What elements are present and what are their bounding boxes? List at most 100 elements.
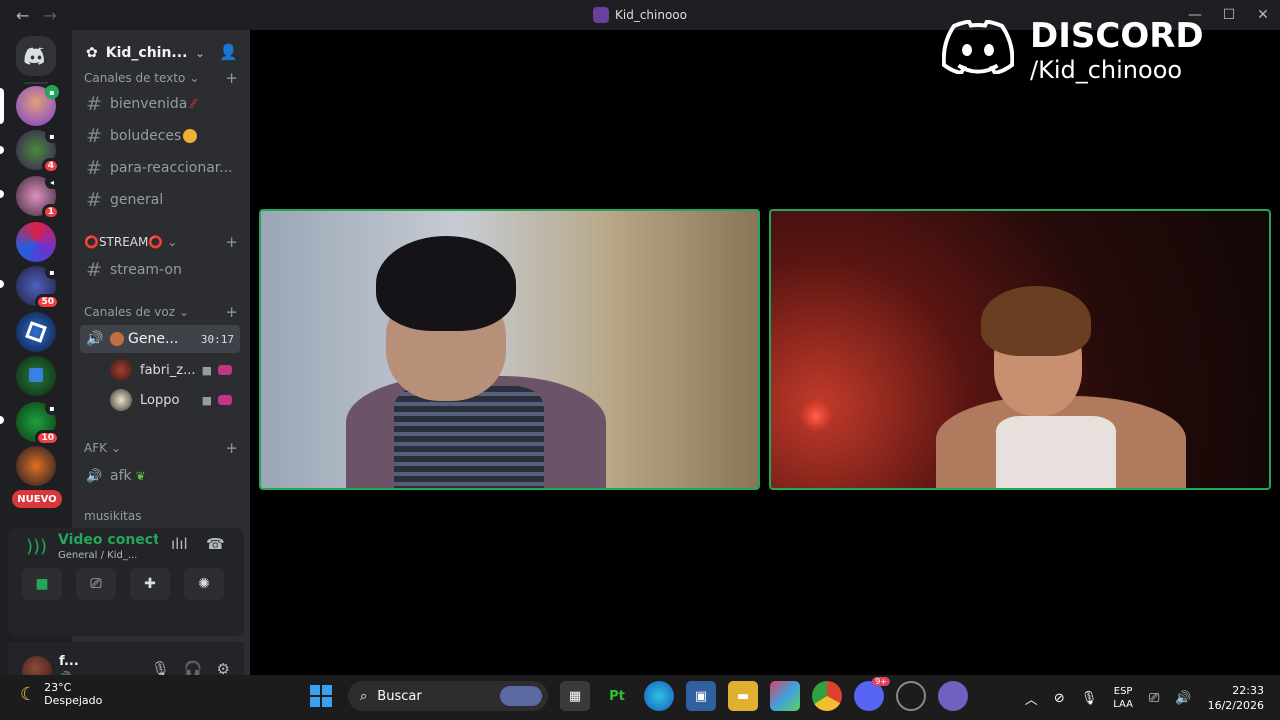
weather-widget[interactable]: ☾ 23°C Despejado — [20, 681, 102, 707]
video-tile[interactable] — [769, 209, 1271, 490]
channel-label: bienvenida — [110, 96, 188, 112]
disconnect-icon[interactable]: ☎ — [206, 535, 225, 553]
laurel-icon — [29, 368, 43, 382]
category-cut[interactable]: musikitas — [84, 511, 234, 521]
channel-para-reaccionar[interactable]: # para-reaccionar... — [80, 154, 240, 182]
voice-user[interactable]: fabri_z... ■ — [110, 357, 240, 383]
window-title: Kid_chinooo — [593, 7, 687, 23]
network-icon[interactable]: ⎚ — [1149, 691, 1159, 706]
file-explorer-icon[interactable]: ▬ — [728, 681, 758, 711]
mention-badge: 50 — [35, 294, 60, 310]
chevron-down-icon: ⌄ — [110, 441, 122, 455]
microsoft-365-icon[interactable] — [770, 681, 800, 711]
discord-taskbar-icon[interactable]: 9+ — [854, 677, 890, 711]
chevron-down-icon: ⌄ — [189, 71, 200, 85]
windows-logo-icon — [310, 685, 332, 707]
server-icon[interactable] — [16, 222, 56, 262]
category-text[interactable]: Canales de texto ⌄ + — [84, 69, 238, 87]
chat-app-icon[interactable] — [938, 681, 968, 711]
lamp-glow — [801, 401, 831, 431]
muted-icon[interactable]: ⊘ — [1054, 691, 1065, 706]
language-code: ESP — [1113, 686, 1133, 697]
camera-button[interactable]: ■ — [22, 568, 62, 600]
channel-boludeces[interactable]: # boludeces — [80, 122, 240, 150]
category-voice[interactable]: Canales de voz ⌄ + — [84, 303, 238, 321]
add-channel-icon[interactable]: + — [225, 69, 238, 87]
voice-user[interactable]: Loppo ■ — [110, 387, 240, 413]
guild-name: Kid_chin... — [105, 45, 188, 61]
clock[interactable]: 22:33 16/2/2026 — [1208, 683, 1264, 713]
voice-action-buttons: ■ ⎚ ✚ ✺ — [22, 568, 224, 600]
live-icon — [218, 365, 232, 375]
emoji-face-icon — [183, 129, 198, 143]
clock-date: 16/2/2026 — [1207, 699, 1264, 712]
discord-logo-icon — [24, 47, 44, 65]
direct-messages-button[interactable] — [16, 36, 56, 76]
server-icon[interactable] — [16, 312, 56, 352]
hash-icon: # — [86, 157, 102, 179]
server-icon[interactable] — [16, 446, 56, 486]
video-tile[interactable] — [259, 209, 760, 490]
channel-label: para-reaccionar... — [110, 160, 233, 176]
voice-channel-afk[interactable]: 🔊 afk ❦ — [80, 462, 240, 490]
microphone-icon[interactable]: 🎙 — [1081, 691, 1098, 706]
photoshop-icon[interactable]: Pt — [602, 681, 632, 711]
hash-icon: # — [86, 259, 102, 281]
server-icon[interactable]: ▪ 50 — [16, 265, 60, 310]
server-icon-active[interactable]: ▪ — [16, 85, 59, 126]
store-icon[interactable]: ▣ — [686, 681, 716, 711]
soundboard-button[interactable]: ✺ — [184, 568, 224, 600]
channel-general[interactable]: # general — [80, 186, 240, 214]
speaker-icon: 🔊 — [86, 331, 104, 347]
add-channel-icon[interactable]: + — [225, 233, 238, 251]
voice-status[interactable]: Video conectado — [58, 532, 158, 548]
speaker-icon: ◂ — [45, 175, 59, 189]
screen-share-button[interactable]: ⎚ — [76, 568, 116, 600]
taskbar-search[interactable]: ⌕ Buscar — [348, 681, 548, 711]
user-name[interactable]: f... — [59, 654, 79, 669]
activities-button[interactable]: ✚ — [130, 568, 170, 600]
forward-icon[interactable]: → — [43, 6, 56, 25]
category-afk[interactable]: AFK ⌄ + — [84, 439, 238, 457]
window-title-text: Kid_chinooo — [615, 8, 687, 22]
guild-header[interactable]: ✿ Kid_chin... ⌄ 👤 — [72, 30, 250, 76]
moon-icon: ☾ — [20, 683, 37, 705]
chevron-down-icon: ⌄ — [167, 235, 178, 249]
weather-temp: 23°C — [44, 681, 72, 694]
voice-location[interactable]: General / Kid_... — [58, 550, 137, 561]
language-indicator[interactable]: ESP LAA — [1113, 685, 1133, 711]
signal-icon[interactable]: ))) — [26, 536, 47, 557]
chevron-up-icon[interactable]: ︿ — [1025, 689, 1038, 708]
category-label: musikitas — [84, 511, 142, 521]
noise-suppression-icon[interactable]: ılıl — [171, 535, 188, 553]
unread-pill — [0, 190, 4, 198]
invite-people-icon[interactable]: 👤 — [219, 43, 238, 61]
unread-pill — [0, 280, 4, 288]
server-icon[interactable] — [16, 356, 56, 396]
back-icon[interactable]: ← — [16, 6, 29, 25]
shirt-shape — [394, 386, 544, 488]
cube-icon — [25, 321, 47, 343]
search-label: Buscar — [377, 688, 422, 704]
obs-icon[interactable] — [896, 681, 926, 711]
server-icon[interactable]: ▪ 10 — [16, 401, 60, 446]
server-icon[interactable]: ◂ 1 — [16, 175, 60, 220]
unread-pill — [0, 416, 4, 424]
taskbar-apps: ⌕ Buscar ▦ Pt ▣ ▬ 9+ — [306, 677, 968, 711]
edge-icon[interactable] — [644, 681, 674, 711]
category-label: Canales de texto — [84, 71, 186, 85]
voice-channel-general[interactable]: 🔊 Gene... 30:17 — [80, 325, 240, 353]
start-button[interactable] — [306, 681, 336, 711]
add-channel-icon[interactable]: + — [225, 439, 238, 457]
task-view-icon[interactable]: ▦ — [560, 681, 590, 711]
chrome-icon[interactable] — [812, 681, 842, 711]
channel-bienvenida[interactable]: # bienvenida ⁄⁄ — [80, 90, 240, 118]
channel-stream-on[interactable]: # stream-on — [80, 256, 240, 284]
emoji-icon — [110, 332, 124, 346]
add-channel-icon[interactable]: + — [225, 303, 238, 321]
category-label: Canales de voz — [84, 305, 176, 319]
category-stream[interactable]: ⭕STREAM⭕ ⌄ + — [84, 233, 238, 251]
volume-icon[interactable]: 🔊 — [1175, 691, 1191, 706]
server-icon[interactable]: ▪ 4 — [16, 129, 60, 174]
watermark-handle: /Kid_chinooo — [1030, 56, 1183, 84]
